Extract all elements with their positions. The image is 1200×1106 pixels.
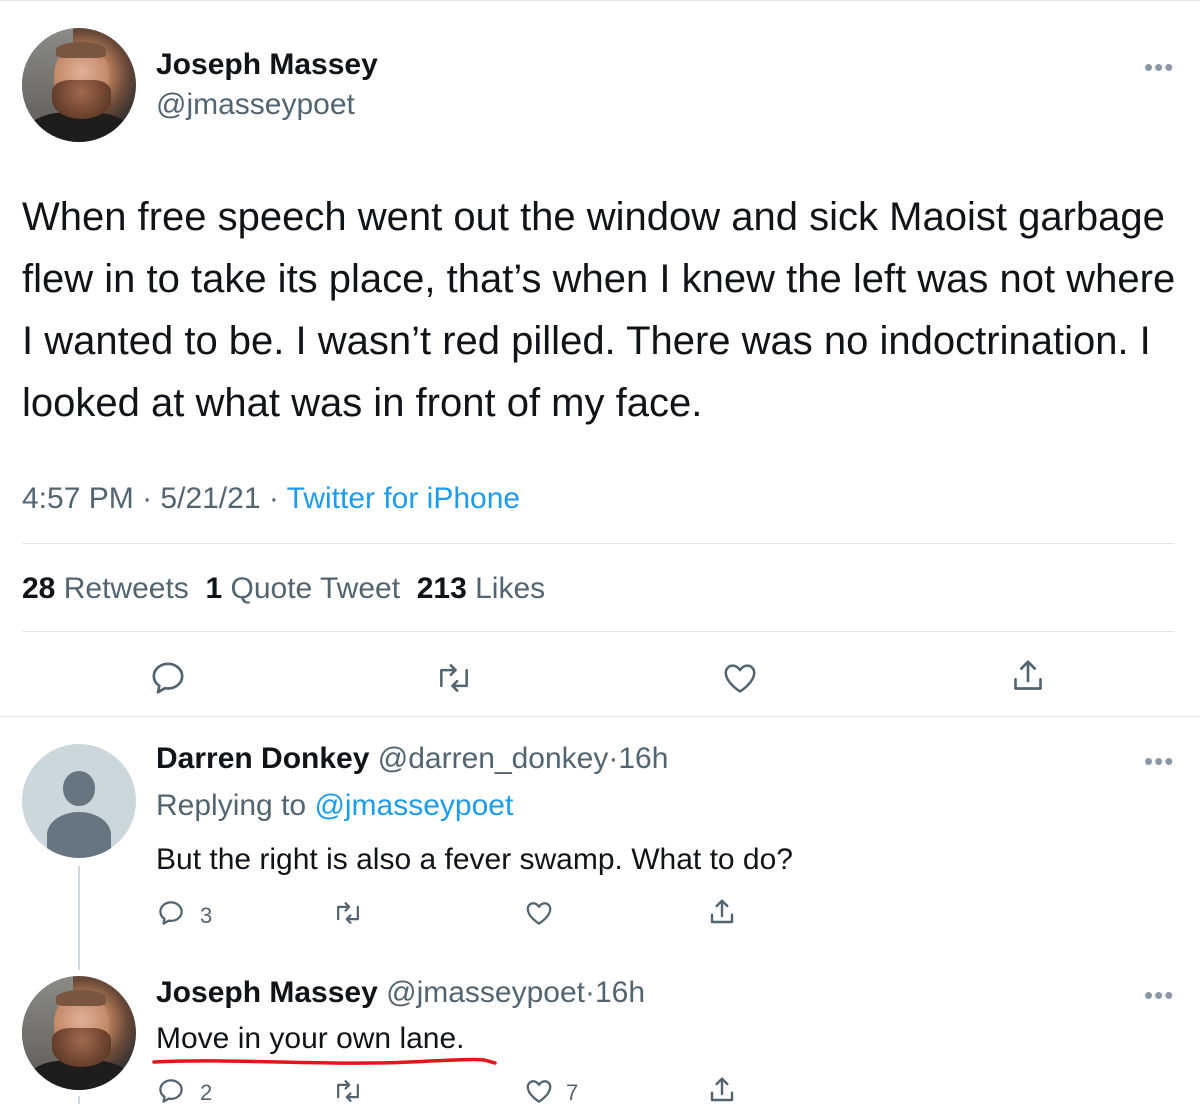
share-icon[interactable] [706,1074,738,1106]
reply-header: Darren Donkey @darren_donkey·16h [156,742,668,776]
quote-label: Quote Tweet [230,572,401,605]
more-horizontal-icon[interactable]: ••• [1144,980,1174,1011]
divider [22,631,1174,632]
separator: · [142,482,153,515]
reply-author-avatar[interactable] [22,976,136,1090]
likes-stat[interactable]: 213 Likes [417,572,545,605]
tweet-date: 5/21/21 [160,482,261,515]
retweet-icon[interactable] [433,659,475,697]
author-avatar[interactable] [22,28,136,142]
share-icon[interactable] [706,896,738,928]
more-horizontal-icon[interactable]: ••• [1144,746,1174,777]
likes-count: 213 [416,572,467,605]
more-horizontal-icon[interactable]: ••• [1144,52,1174,83]
reply-avatar-default[interactable] [22,744,136,858]
quote-stat[interactable]: 1 Quote Tweet [205,572,400,605]
like-count: 7 [566,1080,579,1105]
retweet-icon[interactable] [332,898,364,928]
separator: · [585,976,595,1009]
thread-line [78,1096,80,1104]
reply-icon[interactable] [156,1076,186,1106]
tweet-source-link[interactable]: Twitter for iPhone [287,482,520,515]
separator: · [608,742,619,775]
author-handle[interactable]: @jmasseypoet [156,88,355,122]
retweets-stat[interactable]: 28 Retweets [22,572,189,605]
tweet-time: 4:57 PM [22,482,134,515]
tweet-stats: 28 Retweets 1 Quote Tweet 213 Likes [22,572,545,606]
top-divider [0,0,1200,1]
retweet-icon[interactable] [332,1076,364,1106]
replying-to: Replying to @jmasseypoet [156,789,513,823]
likes-label: Likes [475,572,546,605]
tweet-meta: 4:57 PM · 5/21/21 · Twitter for iPhone [22,482,520,516]
like-icon[interactable] [720,659,760,697]
reply-text: Move in your own lane. [156,1022,465,1055]
share-icon[interactable] [1008,656,1048,696]
retweets-count: 28 [22,572,56,605]
reply-author-handle[interactable]: @darren_donkey [378,742,609,775]
reply-text: But the right is also a fever swamp. Wha… [156,843,793,876]
reply-header: Joseph Massey @jmasseypoet·16h [156,976,645,1010]
reply-author-name[interactable]: Darren Donkey [156,742,369,775]
like-icon[interactable] [524,898,554,928]
red-underline-annotation [152,1057,497,1065]
reply-author-handle[interactable]: @jmasseypoet [386,976,585,1009]
reply-age: 16h [618,742,669,775]
reply-icon[interactable] [156,898,186,928]
replying-prefix: Replying to [156,789,307,822]
reply-count: 2 [200,1080,213,1105]
quote-count: 1 [205,572,223,605]
like-icon[interactable] [524,1076,554,1106]
replying-to-link[interactable]: @jmasseypoet [314,789,513,822]
reply-count: 3 [200,903,213,928]
separator: · [268,482,279,515]
reply-author-name[interactable]: Joseph Massey [156,976,378,1009]
reply-icon[interactable] [148,658,188,698]
divider [0,716,1200,717]
reply-age: 16h [595,976,646,1009]
tweet-text: When free speech went out the window and… [22,195,1176,425]
divider [22,543,1174,544]
author-name[interactable]: Joseph Massey [156,48,378,82]
retweets-label: Retweets [63,572,189,605]
thread-line [78,866,80,970]
